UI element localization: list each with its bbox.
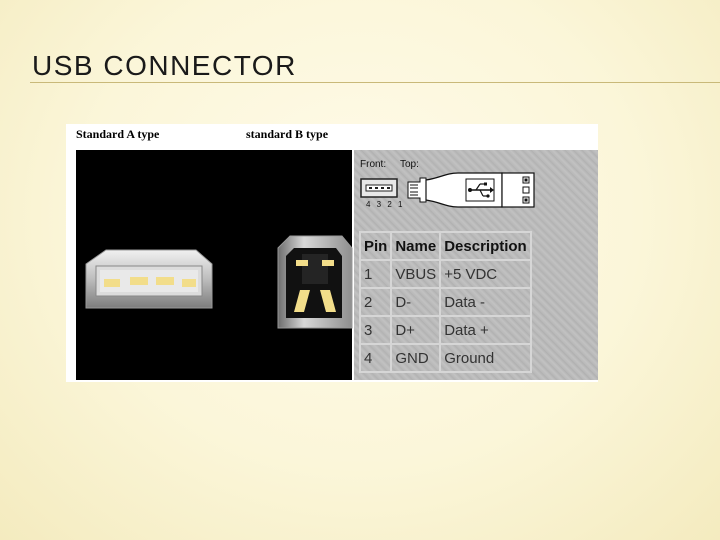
table-row: 2 D- Data - [358, 287, 532, 317]
header-description: Description [439, 231, 532, 261]
cell-pin: 2 [358, 287, 393, 317]
cell-name: D+ [390, 315, 442, 345]
connector-photo-panel [76, 150, 353, 380]
usb-figure: Standard A type standard B type Front: T… [66, 124, 598, 382]
table-row: 3 D+ Data + [358, 315, 532, 345]
title-underline [30, 82, 720, 83]
table-header-row: Pin Name Description [358, 231, 532, 261]
usb-b-connector-icon [277, 235, 353, 329]
header-name: Name [390, 231, 442, 261]
cell-description: Data + [439, 315, 532, 345]
usb-front-view-icon [360, 178, 398, 198]
cell-description: +5 VDC [439, 259, 532, 289]
cell-description: Data - [439, 287, 532, 317]
cell-description: Ground [439, 343, 532, 373]
caption-standard-a: Standard A type [76, 127, 160, 141]
usb-top-view-icon [407, 172, 535, 208]
table-row: 1 VBUS +5 VDC [358, 259, 532, 289]
cell-pin: 1 [358, 259, 393, 289]
header-pin: Pin [358, 231, 393, 261]
usb-a-connector-icon [85, 249, 213, 309]
pinout-panel: Front: Top: 4 3 2 1 Pin Name Description… [354, 150, 598, 380]
cell-name: GND [390, 343, 442, 373]
cell-name: VBUS [390, 259, 442, 289]
pin-numbers: 4 3 2 1 [366, 200, 405, 209]
caption-standard-b: standard B type [246, 127, 329, 141]
front-label: Front: [360, 159, 387, 170]
top-label: Top: [400, 159, 419, 170]
cell-pin: 3 [358, 315, 393, 345]
pinout-table: Pin Name Description 1 VBUS +5 VDC 2 D- … [358, 231, 532, 373]
cell-name: D- [390, 287, 442, 317]
table-row: 4 GND Ground [358, 343, 532, 373]
cell-pin: 4 [358, 343, 393, 373]
slide-title: USB CONNECTOR [32, 50, 297, 81]
